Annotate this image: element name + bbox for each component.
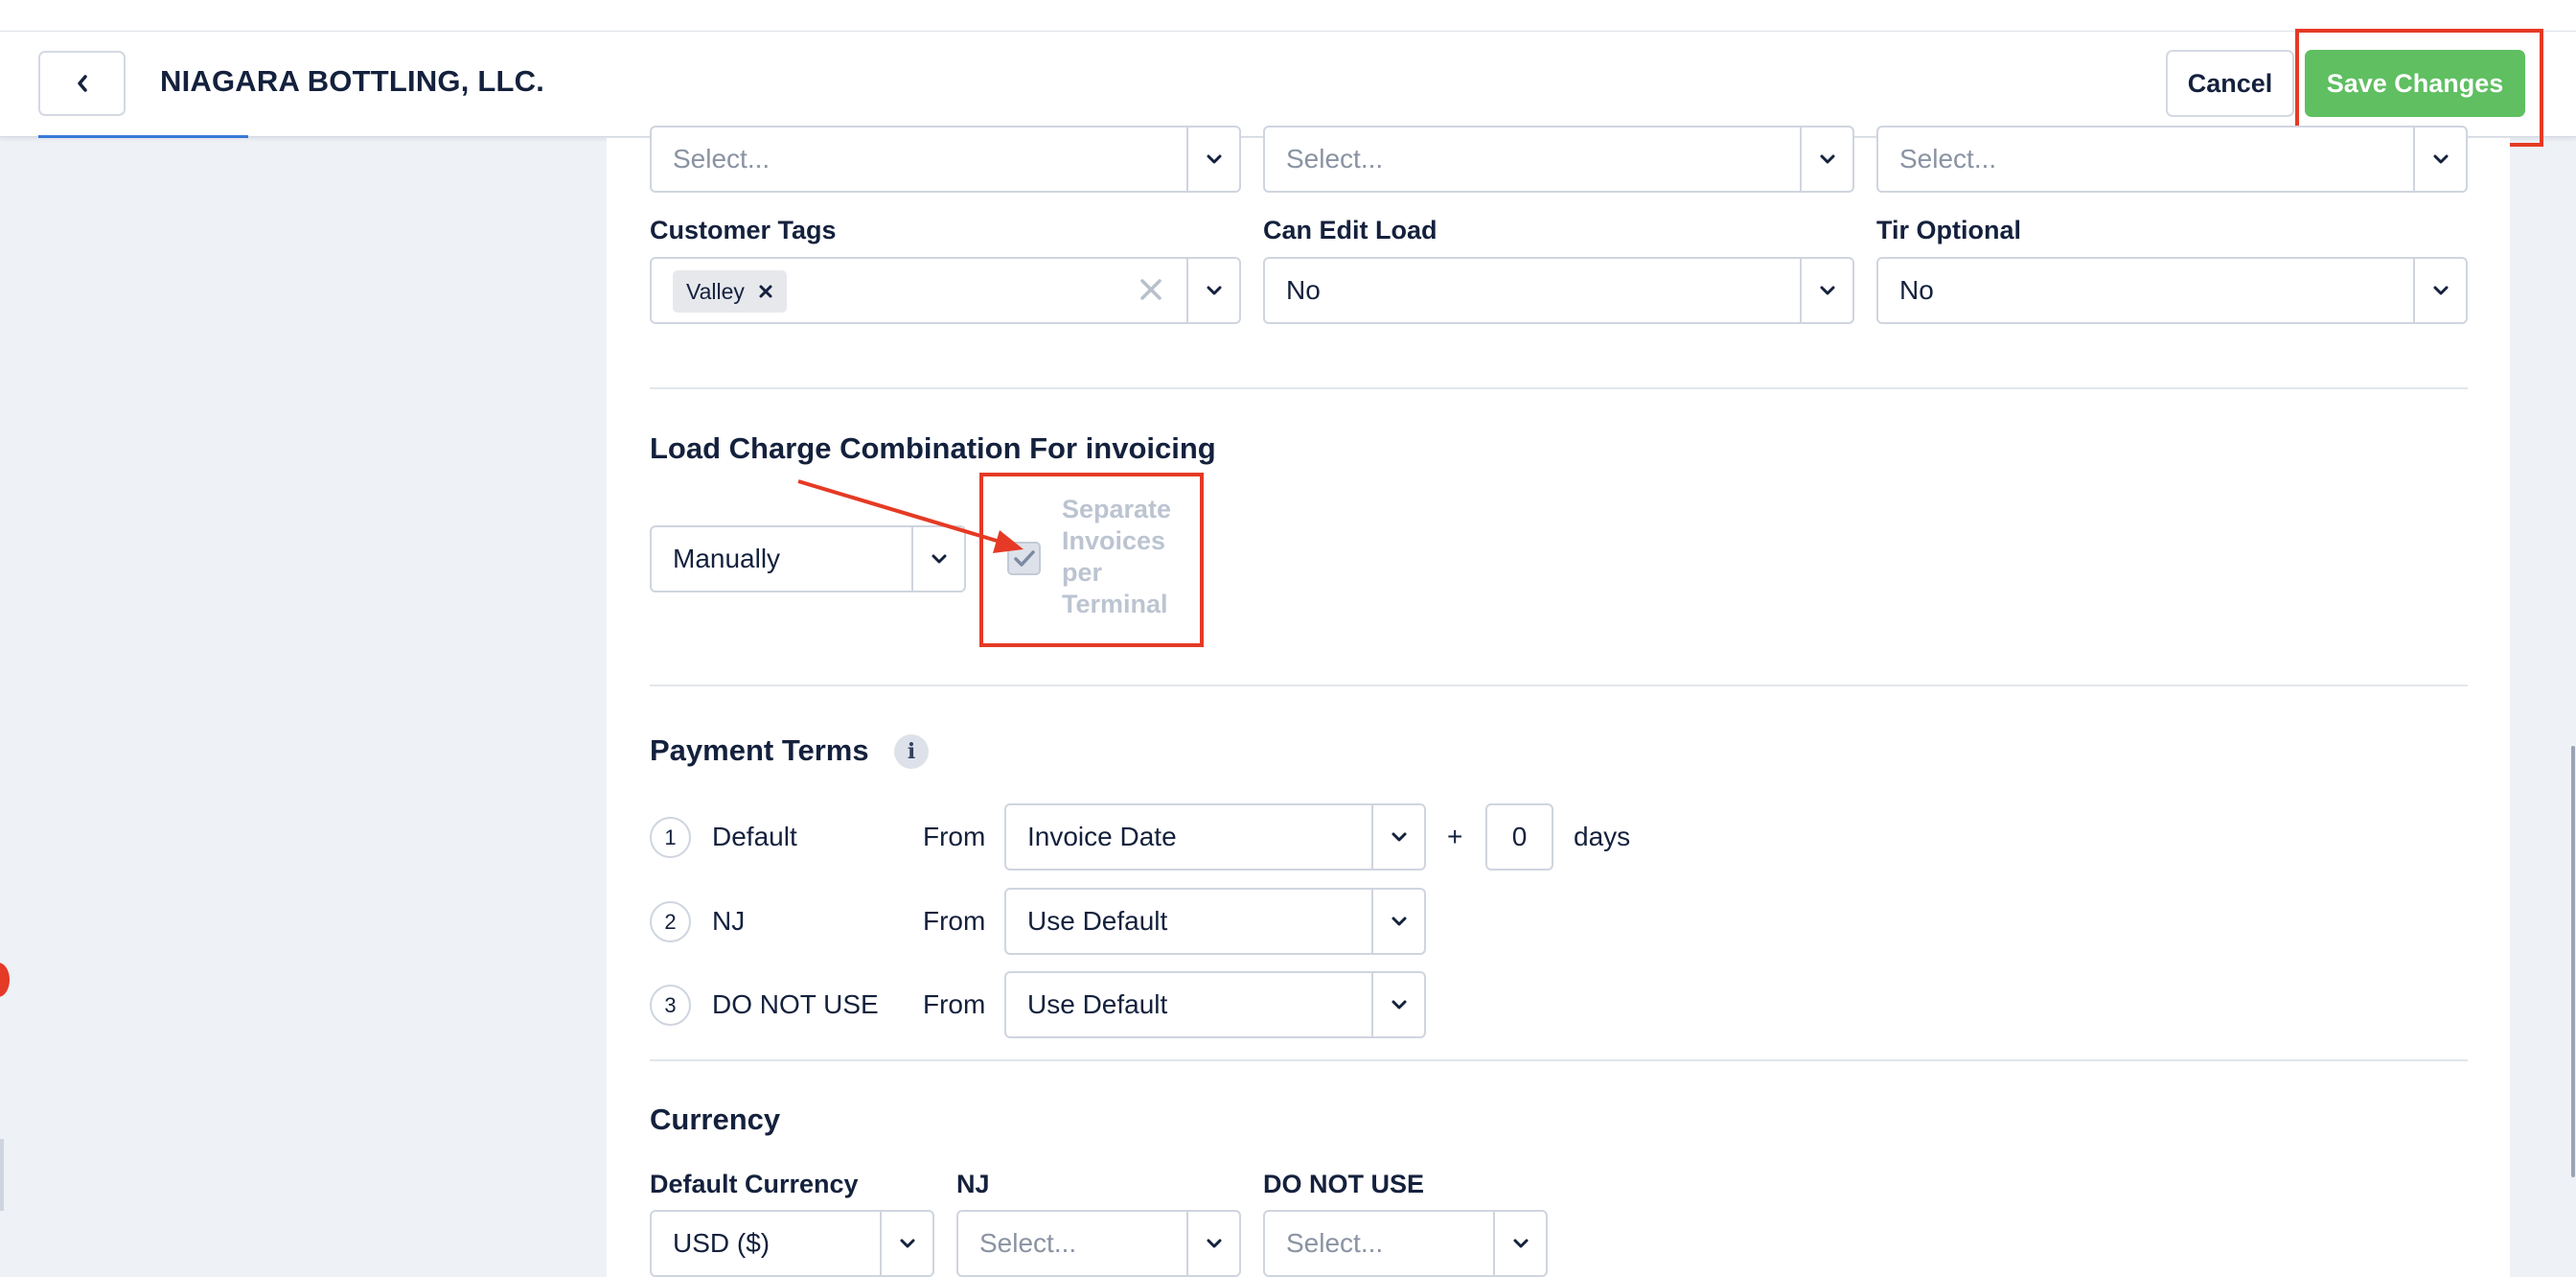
term-name: DO NOT USE xyxy=(712,989,879,1019)
term-name: Default xyxy=(712,822,797,851)
do-not-use-currency-select[interactable]: Select... xyxy=(1263,1210,1548,1277)
default-currency-select[interactable]: USD ($) xyxy=(650,1210,934,1277)
annotation-arrow xyxy=(797,479,1024,553)
do-not-use-currency-label: DO NOT USE xyxy=(1263,1170,1425,1198)
term-from-select[interactable]: Use Default xyxy=(1004,888,1426,955)
chevron-down-icon[interactable] xyxy=(1371,890,1424,953)
select-value: Use Default xyxy=(1027,906,1168,936)
info-icon[interactable]: i xyxy=(894,734,929,769)
left-edge-handle xyxy=(0,1139,4,1211)
term-name: NJ xyxy=(712,906,746,936)
section-divider xyxy=(650,1059,2468,1061)
select-placeholder: Select... xyxy=(1286,1228,1384,1258)
term-number: 1 xyxy=(650,817,691,858)
days-label: days xyxy=(1574,822,1631,851)
term-from-label: From xyxy=(923,822,986,851)
chevron-down-icon[interactable] xyxy=(880,1212,932,1275)
term-from-select[interactable]: Invoice Date xyxy=(1004,803,1426,871)
chevron-down-icon[interactable] xyxy=(1371,805,1424,869)
section-divider xyxy=(650,685,2468,686)
term-number: 2 xyxy=(650,901,691,942)
chevron-down-icon[interactable] xyxy=(1371,973,1424,1036)
nj-currency-label: NJ xyxy=(956,1170,990,1198)
term-from-label: From xyxy=(923,906,986,936)
payment-terms-title: Payment Terms xyxy=(650,733,869,767)
plus-sign: + xyxy=(1447,822,1463,851)
term-number: 3 xyxy=(650,985,691,1026)
term-from-select[interactable]: Use Default xyxy=(1004,971,1426,1038)
default-currency-label: Default Currency xyxy=(650,1170,859,1198)
chevron-down-icon[interactable] xyxy=(1186,1212,1239,1275)
chevron-down-icon[interactable] xyxy=(1493,1212,1546,1275)
select-value: USD ($) xyxy=(673,1228,770,1258)
nj-currency-select[interactable]: Select... xyxy=(956,1210,1241,1277)
currency-title: Currency xyxy=(650,1103,781,1136)
select-value: Use Default xyxy=(1027,989,1168,1019)
select-value: Invoice Date xyxy=(1027,822,1177,851)
select-placeholder: Select... xyxy=(979,1228,1077,1258)
scrollbar-thumb[interactable] xyxy=(2571,746,2575,1177)
days-input[interactable]: 0 xyxy=(1485,803,1553,871)
term-from-label: From xyxy=(923,989,986,1019)
